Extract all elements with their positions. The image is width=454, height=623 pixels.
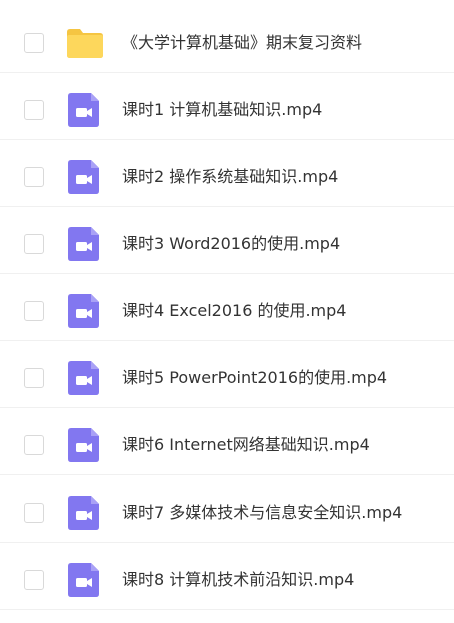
file-name[interactable]: 课时4 Excel2016 的使用.mp4 [122,300,346,322]
list-item[interactable]: 课时5 PowerPoint2016的使用.mp4 [0,341,454,408]
video-file-icon [66,226,102,262]
file-checkbox[interactable] [24,570,44,590]
file-checkbox[interactable] [24,234,44,254]
list-item[interactable]: 课时7 多媒体技术与信息安全知识.mp4 [0,476,454,543]
file-checkbox[interactable] [24,167,44,187]
video-file-icon [66,159,102,195]
list-item[interactable]: 课时1 计算机基础知识.mp4 [0,73,454,140]
file-name[interactable]: 课时6 Internet网络基础知识.mp4 [122,434,370,456]
video-file-icon [66,293,102,329]
file-name[interactable]: 课时1 计算机基础知识.mp4 [122,99,322,121]
video-file-icon [66,360,102,396]
file-name[interactable]: 课时5 PowerPoint2016的使用.mp4 [122,367,387,389]
video-file-icon [66,92,102,128]
video-file-icon [66,495,102,531]
file-name[interactable]: 课时2 操作系统基础知识.mp4 [122,166,338,188]
list-item[interactable]: 课时8 计算机技术前沿知识.mp4 [0,543,454,610]
file-name[interactable]: 课时7 多媒体技术与信息安全知识.mp4 [122,502,402,524]
file-checkbox[interactable] [24,100,44,120]
video-file-icon [66,562,102,598]
folder-icon [66,25,103,61]
file-name[interactable]: 课时3 Word2016的使用.mp4 [122,233,340,255]
file-checkbox[interactable] [24,33,44,53]
video-file-icon [66,427,102,463]
file-checkbox[interactable] [24,368,44,388]
list-item[interactable]: 《大学计算机基础》期末复习资料 [0,6,454,73]
file-name[interactable]: 《大学计算机基础》期末复习资料 [122,32,362,54]
list-item[interactable]: 课时3 Word2016的使用.mp4 [0,207,454,274]
file-checkbox[interactable] [24,301,44,321]
list-item[interactable]: 课时6 Internet网络基础知识.mp4 [0,408,454,475]
file-checkbox[interactable] [24,435,44,455]
list-item[interactable]: 课时2 操作系统基础知识.mp4 [0,140,454,207]
list-item[interactable]: 课时4 Excel2016 的使用.mp4 [0,274,454,341]
file-checkbox[interactable] [24,503,44,523]
file-name[interactable]: 课时8 计算机技术前沿知识.mp4 [122,569,354,591]
